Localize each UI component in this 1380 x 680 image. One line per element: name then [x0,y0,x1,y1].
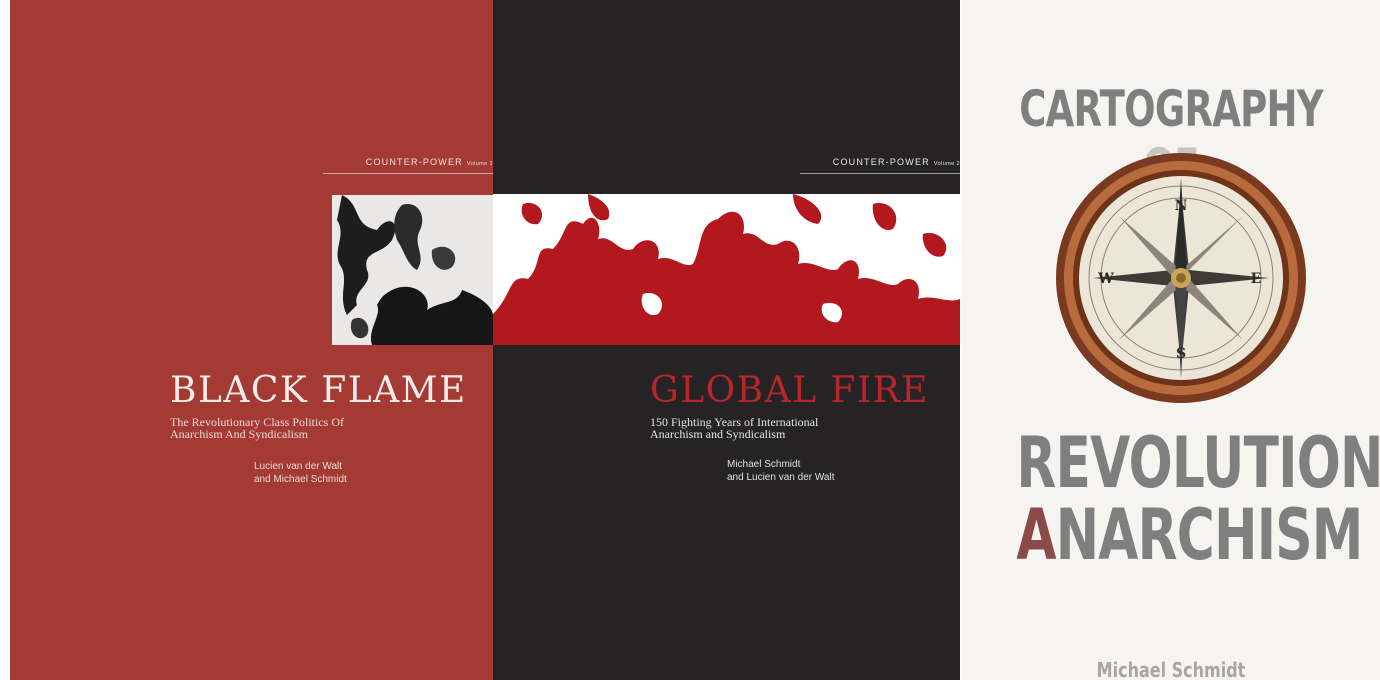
series-volume: Volume 1 [466,161,493,167]
book-title: GLOBAL FIRE [650,370,930,411]
subtitle-line: Anarchism And Syndicalism [170,427,308,441]
book-cover-cartography: CARTOGRAPHY OF N S E W REVOLUTIONARY ANA… [962,0,1380,680]
author-line: and Lucien van der Walt [727,472,835,483]
book-authors: Lucien van der Walt and Michael Schmidt [254,460,347,486]
black-ink-smoke-image [332,195,493,345]
series-label: COUNTER-POWER Volume 1 [323,157,493,174]
red-fire-map-image [493,194,960,345]
title-bottom-accent: A [1016,494,1056,576]
author-line: Michael Schmidt [727,459,801,470]
compass-south-label: S [1176,346,1186,362]
compass-north-label: N [1175,198,1188,214]
series-name: COUNTER-POWER [832,157,930,167]
compass-east-label: E [1251,271,1262,287]
series-volume: Volume 2 [933,161,960,167]
compass-icon: N S E W [1056,153,1306,403]
book-subtitle: 150 Fighting Years of International Anar… [650,416,890,440]
series-label: COUNTER-POWER Volume 2 [800,157,960,174]
book-authors: Michael Schmidt and Lucien van der Walt [727,458,834,484]
title-bottom: ANARCHISM [1016,500,1363,570]
title-middle: REVOLUTIONARY [1016,422,1380,504]
book-author: Michael Schmidt [1096,658,1246,680]
title-top-main: CARTOGRAPHY [1019,80,1323,138]
compass-west-label: W [1097,271,1114,287]
book-subtitle: The Revolutionary Class Politics Of Anar… [170,416,410,440]
book-title: BLACK FLAME [170,370,467,411]
author-line: Lucien van der Walt [254,461,343,472]
series-name: COUNTER-POWER [365,157,463,167]
book-cover-black-flame: COUNTER-POWER Volume 1 BLACK FLAME The Re… [10,0,493,680]
author-line: and Michael Schmidt [254,474,347,485]
title-bottom-rest: NARCHISM [1055,494,1364,576]
subtitle-line: Anarchism and Syndicalism [650,427,786,441]
book-cover-global-fire: COUNTER-POWER Volume 2 GLOBAL FIRE 150 Fi… [493,0,960,680]
